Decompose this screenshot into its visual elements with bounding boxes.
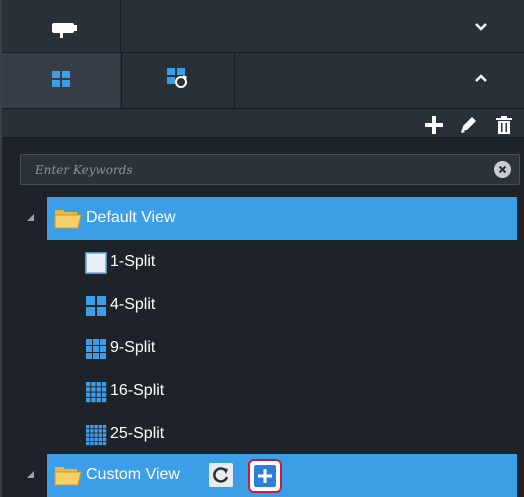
chevron-down-icon[interactable] — [474, 22, 488, 32]
plus-icon — [258, 469, 272, 483]
split-16[interactable]: 16-Split — [2, 370, 524, 413]
camera-section-header[interactable] — [2, 0, 524, 52]
split-9-icon — [86, 339, 106, 359]
clear-search-icon[interactable] — [494, 161, 511, 178]
add-icon[interactable] — [423, 114, 445, 136]
folder-open-icon — [54, 210, 82, 229]
split-1[interactable]: 1-Split — [2, 241, 524, 284]
patrol-refresh-button[interactable] — [209, 463, 233, 487]
split-9[interactable]: 9-Split — [2, 327, 524, 370]
refresh-icon — [213, 467, 229, 483]
delete-icon[interactable] — [493, 114, 515, 136]
chevron-up-icon[interactable] — [474, 73, 488, 83]
split-label: 25-Split — [110, 425, 165, 442]
split-25-icon — [86, 425, 107, 446]
split-label: 1-Split — [110, 253, 156, 270]
search-box — [20, 154, 520, 185]
tree-node-label: Default View — [86, 209, 176, 226]
camera-cell[interactable] — [2, 0, 121, 52]
grid-refresh-icon — [167, 68, 187, 88]
view-toolbar — [2, 108, 524, 138]
edit-icon[interactable] — [457, 114, 479, 136]
split-16-icon — [86, 382, 107, 403]
split-1-icon — [85, 252, 107, 274]
tree-node-default-view[interactable]: Default View — [2, 197, 524, 240]
expand-arrow-icon[interactable] — [26, 470, 36, 480]
split-4[interactable]: 4-Split — [2, 284, 524, 327]
expand-arrow-icon[interactable] — [26, 213, 36, 223]
resource-panel: Default View 1-Split 4-Split 9-Split — [0, 0, 524, 497]
split-25[interactable]: 25-Split — [2, 413, 524, 456]
camera-icon — [52, 23, 77, 38]
tab-view-patrol[interactable] — [121, 53, 235, 109]
tab-views[interactable] — [2, 53, 120, 109]
split-4-icon — [86, 296, 106, 316]
tree-node-label: Custom View — [86, 466, 180, 483]
view-tabs — [2, 52, 524, 109]
folder-open-icon — [54, 467, 82, 486]
split-label: 4-Split — [110, 296, 156, 313]
add-custom-view-button[interactable] — [248, 459, 282, 493]
search-input[interactable] — [21, 155, 481, 184]
tree-node-custom-view[interactable]: Custom View — [2, 454, 524, 497]
split-label: 9-Split — [110, 339, 156, 356]
split-label: 16-Split — [110, 382, 165, 399]
window-grid-icon — [52, 71, 70, 87]
